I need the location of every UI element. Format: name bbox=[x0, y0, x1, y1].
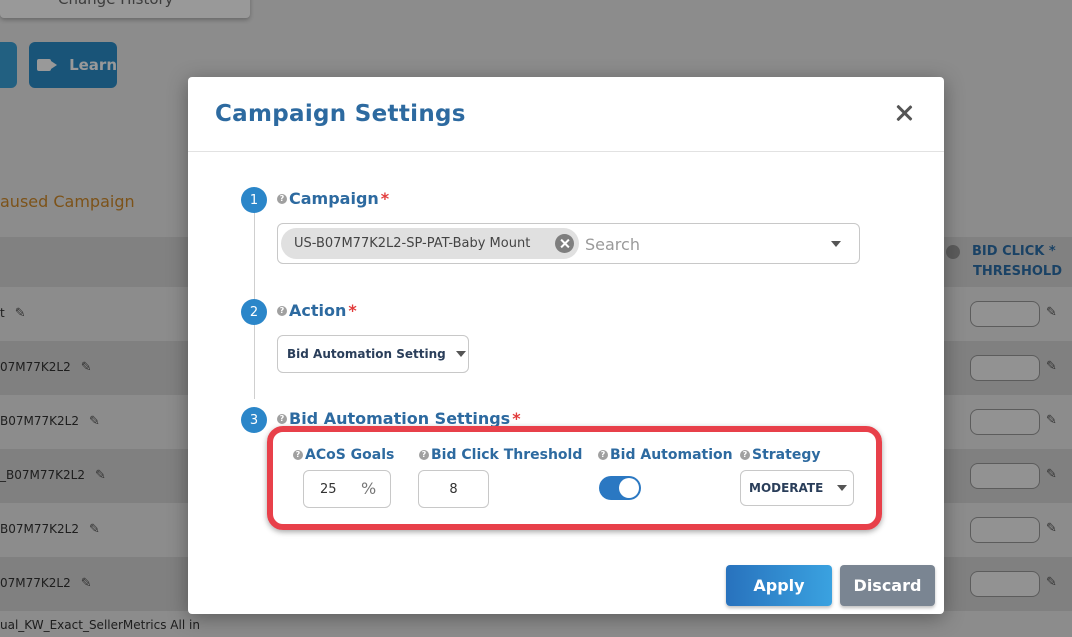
acos-goals-input[interactable]: 25 % bbox=[303, 470, 391, 508]
help-icon: ? bbox=[277, 413, 287, 424]
step-number-2: 2 bbox=[241, 299, 267, 325]
bid-automation-label: ? Bid Automation bbox=[598, 447, 733, 463]
help-icon: ? bbox=[293, 450, 303, 460]
help-icon: ? bbox=[419, 450, 429, 460]
chevron-down-icon bbox=[837, 485, 848, 491]
help-icon: ? bbox=[277, 305, 287, 316]
close-icon[interactable] bbox=[892, 101, 916, 125]
strategy-select-value: MODERATE bbox=[749, 481, 824, 495]
acos-goals-value: 25 bbox=[320, 482, 337, 497]
campaign-label: ? Campaign * bbox=[277, 189, 389, 208]
campaign-settings-modal: Campaign Settings 1 ? Campaign * US-B07M7… bbox=[188, 77, 944, 614]
campaign-chip: US-B07M77K2L2-SP-PAT-Baby Mount bbox=[281, 228, 579, 259]
strategy-select[interactable]: MODERATE bbox=[740, 470, 854, 506]
percent-unit: % bbox=[361, 479, 377, 498]
apply-button[interactable]: Apply bbox=[726, 565, 832, 606]
help-icon: ? bbox=[740, 450, 750, 460]
bid-click-threshold-input[interactable]: 8 bbox=[418, 470, 489, 508]
campaign-select[interactable]: US-B07M77K2L2-SP-PAT-Baby Mount bbox=[277, 223, 860, 264]
action-select-value: Bid Automation Setting bbox=[287, 347, 446, 361]
modal-title: Campaign Settings bbox=[215, 101, 466, 127]
search-input[interactable] bbox=[585, 232, 815, 256]
chevron-down-icon[interactable] bbox=[831, 241, 841, 247]
remove-chip-icon[interactable] bbox=[555, 234, 574, 253]
help-icon: ? bbox=[598, 450, 608, 460]
bid-automation-toggle[interactable] bbox=[599, 476, 641, 500]
strategy-label: ? Strategy bbox=[740, 447, 820, 463]
bid-click-threshold-value: 8 bbox=[449, 481, 458, 497]
chevron-down-icon bbox=[455, 351, 466, 357]
step-number-3: 3 bbox=[241, 407, 267, 433]
bid-click-threshold-label: ? Bid Click Threshold bbox=[419, 447, 582, 463]
acos-goals-label: ? ACoS Goals bbox=[293, 447, 394, 463]
discard-button[interactable]: Discard bbox=[840, 565, 935, 606]
step-number-1: 1 bbox=[241, 187, 267, 213]
help-icon: ? bbox=[277, 193, 287, 204]
action-label: ? Action * bbox=[277, 301, 357, 320]
toggle-knob bbox=[619, 478, 639, 498]
modal-header: Campaign Settings bbox=[188, 77, 944, 152]
action-select[interactable]: Bid Automation Setting bbox=[277, 335, 469, 373]
campaign-chip-label: US-B07M77K2L2-SP-PAT-Baby Mount bbox=[294, 236, 531, 251]
